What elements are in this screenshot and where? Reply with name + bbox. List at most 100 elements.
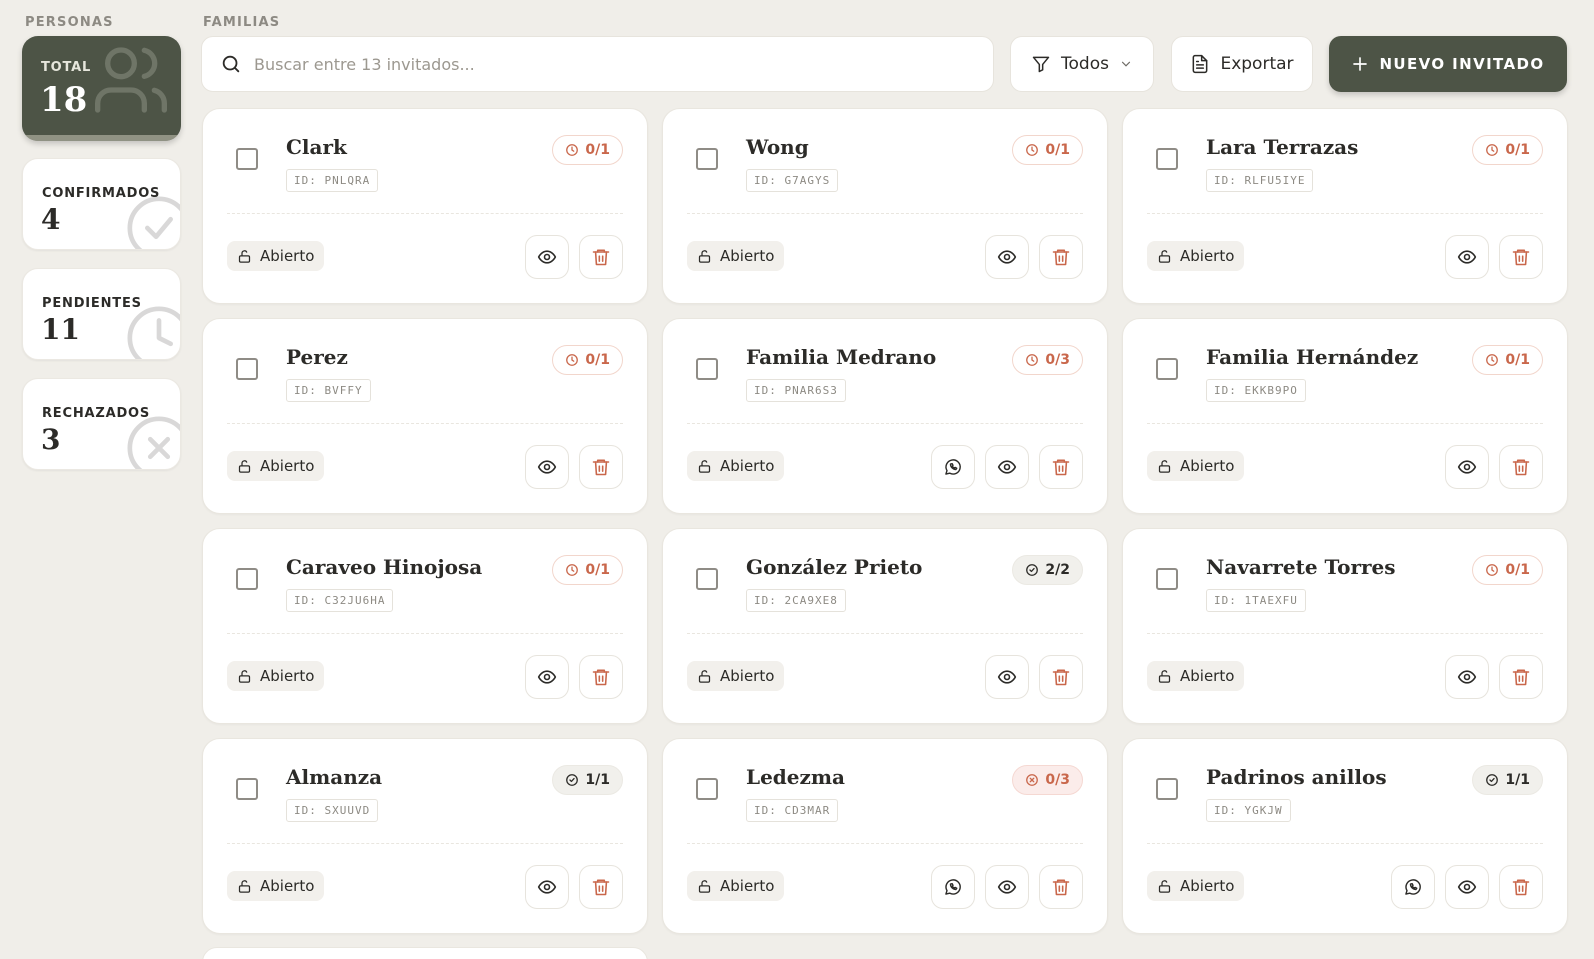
family-id: ID: 2CA9XE8 <box>746 589 846 612</box>
new-guest-button[interactable]: NUEVO INVITADO <box>1329 36 1567 92</box>
card-actions <box>1445 655 1543 699</box>
card-actions <box>1391 865 1543 909</box>
card-divider <box>687 843 1083 844</box>
view-button[interactable] <box>985 235 1029 279</box>
export-button[interactable]: Exportar <box>1171 36 1313 92</box>
rsvp-count: 0/1 <box>1045 142 1070 158</box>
family-card: Clark ID: PNLQRA 0/1 Abierto <box>202 108 648 304</box>
delete-button[interactable] <box>1039 235 1083 279</box>
delete-button[interactable] <box>579 235 623 279</box>
family-id: ID: EKKB9PO <box>1206 379 1306 402</box>
trash-icon <box>592 879 610 896</box>
family-card-partial <box>202 947 648 959</box>
select-checkbox[interactable] <box>236 778 258 800</box>
delete-button[interactable] <box>1499 235 1543 279</box>
stat-rejected-value: 3 <box>41 423 61 456</box>
delete-button[interactable] <box>1499 655 1543 699</box>
whatsapp-button[interactable] <box>931 865 975 909</box>
status-label: Abierto <box>260 247 315 265</box>
delete-button[interactable] <box>1039 445 1083 489</box>
delete-button[interactable] <box>1039 655 1083 699</box>
select-checkbox[interactable] <box>696 778 718 800</box>
view-button[interactable] <box>525 865 569 909</box>
open-status: Abierto <box>687 241 785 271</box>
view-button[interactable] <box>985 445 1029 489</box>
select-checkbox[interactable] <box>696 568 718 590</box>
select-checkbox[interactable] <box>1156 148 1178 170</box>
card-actions <box>1445 235 1543 279</box>
filter-button[interactable]: Todos <box>1010 36 1154 92</box>
unlock-icon <box>1158 669 1171 683</box>
users-icon <box>95 47 168 113</box>
trash-icon <box>1052 669 1070 686</box>
family-id: ID: CD3MAR <box>746 799 839 822</box>
delete-button[interactable] <box>579 445 623 489</box>
file-icon <box>1193 54 1208 74</box>
trash-icon <box>592 249 610 266</box>
delete-button[interactable] <box>1039 865 1083 909</box>
select-checkbox[interactable] <box>1156 778 1178 800</box>
card-divider <box>1147 633 1543 634</box>
family-id: ID: G7AGYS <box>746 169 839 192</box>
stat-pending-label: PENDIENTES <box>42 296 142 311</box>
eye-icon <box>537 250 557 264</box>
select-checkbox[interactable] <box>236 148 258 170</box>
eye-icon <box>537 670 557 684</box>
card-actions <box>525 865 623 909</box>
card-divider <box>687 633 1083 634</box>
view-button[interactable] <box>525 655 569 699</box>
clock-icon <box>565 143 579 157</box>
card-actions <box>931 445 1083 489</box>
family-name: Wong <box>746 135 809 159</box>
personas-section-label: PERSONAS <box>25 15 114 30</box>
select-checkbox[interactable] <box>236 358 258 380</box>
check-circle-icon <box>565 773 579 787</box>
stat-rejected[interactable]: RECHAZADOS 3 <box>22 378 181 470</box>
select-checkbox[interactable] <box>236 568 258 590</box>
view-button[interactable] <box>1445 865 1489 909</box>
rsvp-count: 0/1 <box>1505 562 1530 578</box>
select-checkbox[interactable] <box>696 358 718 380</box>
delete-button[interactable] <box>1499 865 1543 909</box>
card-divider <box>687 213 1083 214</box>
unlock-icon <box>698 669 711 683</box>
card-divider <box>227 633 623 634</box>
delete-button[interactable] <box>579 865 623 909</box>
stat-confirmed[interactable]: CONFIRMADOS 4 <box>22 158 181 250</box>
card-actions <box>525 655 623 699</box>
card-actions <box>931 865 1083 909</box>
family-name: Almanza <box>286 765 383 789</box>
delete-button[interactable] <box>1499 445 1543 489</box>
view-button[interactable] <box>985 865 1029 909</box>
whatsapp-button[interactable] <box>1391 865 1435 909</box>
delete-button[interactable] <box>579 655 623 699</box>
card-divider <box>1147 423 1543 424</box>
rsvp-count: 2/2 <box>1045 562 1070 578</box>
x-circle-icon <box>1025 773 1039 787</box>
whatsapp-button[interactable] <box>931 445 975 489</box>
select-checkbox[interactable] <box>1156 358 1178 380</box>
familias-section-label: FAMILIAS <box>203 15 281 30</box>
select-checkbox[interactable] <box>1156 568 1178 590</box>
card-divider <box>227 843 623 844</box>
view-button[interactable] <box>1445 655 1489 699</box>
eye-icon <box>1457 460 1477 474</box>
eye-icon <box>1457 250 1477 264</box>
family-id: ID: PNAR6S3 <box>746 379 846 402</box>
stat-total[interactable]: TOTAL 18 <box>22 36 181 141</box>
export-label: Exportar <box>1220 54 1294 74</box>
unlock-icon <box>1158 459 1171 473</box>
select-checkbox[interactable] <box>696 148 718 170</box>
view-button[interactable] <box>985 655 1029 699</box>
view-button[interactable] <box>525 235 569 279</box>
family-name: González Prieto <box>746 555 923 579</box>
view-button[interactable] <box>525 445 569 489</box>
clock-icon <box>1485 563 1499 577</box>
search-input[interactable] <box>254 54 954 74</box>
eye-icon <box>997 460 1017 474</box>
view-button[interactable] <box>1445 445 1489 489</box>
eye-icon <box>997 670 1017 684</box>
stat-pending[interactable]: PENDIENTES 11 <box>22 268 181 360</box>
family-card: Familia Medrano ID: PNAR6S3 0/3 Abierto <box>662 318 1108 514</box>
view-button[interactable] <box>1445 235 1489 279</box>
